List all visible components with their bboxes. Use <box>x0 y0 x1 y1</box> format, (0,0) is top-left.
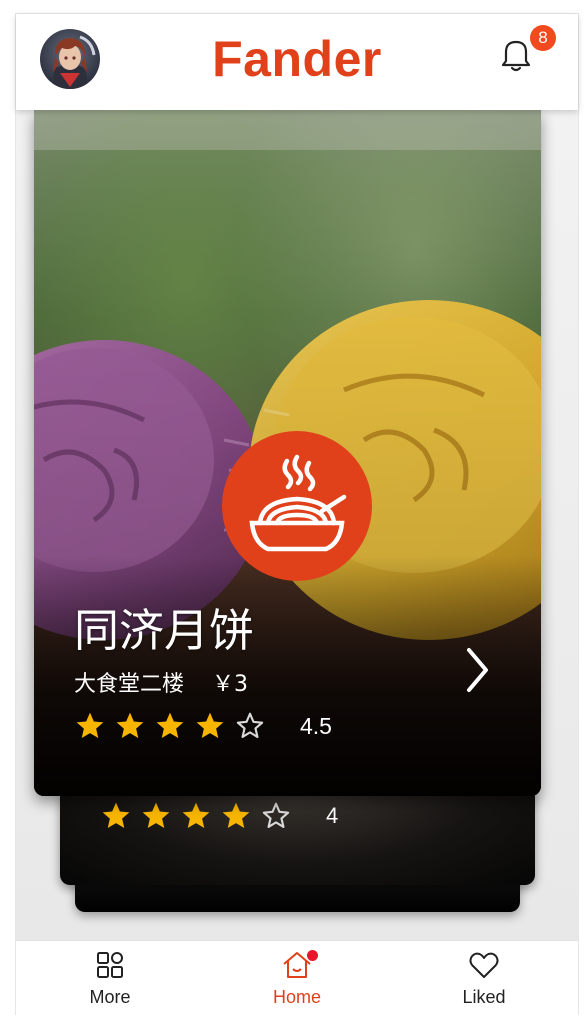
star-filled-icon <box>142 802 170 828</box>
star-filled-icon <box>156 712 184 738</box>
star-filled-icon <box>116 712 144 738</box>
app-title: Fander <box>212 31 382 87</box>
star-empty-icon <box>236 712 264 738</box>
notification-badge: 8 <box>530 25 556 51</box>
star-filled-icon <box>196 712 224 738</box>
nav-label-more: More <box>89 987 131 1007</box>
food-card[interactable]: 同济月饼 大食堂二楼 ￥3 4.5 <box>34 110 541 796</box>
star-filled-icon <box>182 802 210 828</box>
food-meta: 大食堂二楼 ￥3 <box>74 666 248 698</box>
rating-value: 4.5 <box>300 712 332 739</box>
star-filled-icon <box>76 712 104 738</box>
food-name: 同济月饼 <box>74 604 255 657</box>
star-filled-icon <box>102 802 130 828</box>
chevron-right-icon <box>467 648 488 692</box>
star-filled-icon <box>222 802 250 828</box>
star-empty-icon <box>262 802 290 828</box>
category-badge <box>222 431 372 581</box>
back-card-rating-value: 4 <box>326 803 339 828</box>
nav-label-home: Home <box>272 987 321 1007</box>
grid-icon <box>97 952 123 978</box>
bottom-nav: More Home Liked <box>16 940 578 1015</box>
food-price: ￥3 <box>212 672 249 697</box>
heart-icon <box>469 952 499 978</box>
back-card-rating-row: 4 <box>100 800 338 832</box>
noodle-bowl-icon <box>249 454 347 552</box>
nav-item-more[interactable]: More <box>50 949 170 1008</box>
back-card[interactable]: 4 <box>60 790 535 885</box>
nav-item-home[interactable]: Home <box>237 949 357 1008</box>
bell-icon <box>501 40 531 72</box>
app-root: Fander 8 4 同济月饼 大食堂二楼 ￥3 4.5 More Home L… <box>0 0 588 1026</box>
next-button[interactable] <box>462 646 492 694</box>
nav-item-liked[interactable]: Liked <box>424 949 544 1008</box>
nav-label-liked: Liked <box>462 987 506 1007</box>
notification-button[interactable] <box>498 34 534 74</box>
food-location: 大食堂二楼 <box>74 672 185 697</box>
rating-row: 4.5 <box>74 710 332 742</box>
top-bar: Fander 8 <box>16 14 578 110</box>
home-notification-dot <box>307 950 318 961</box>
